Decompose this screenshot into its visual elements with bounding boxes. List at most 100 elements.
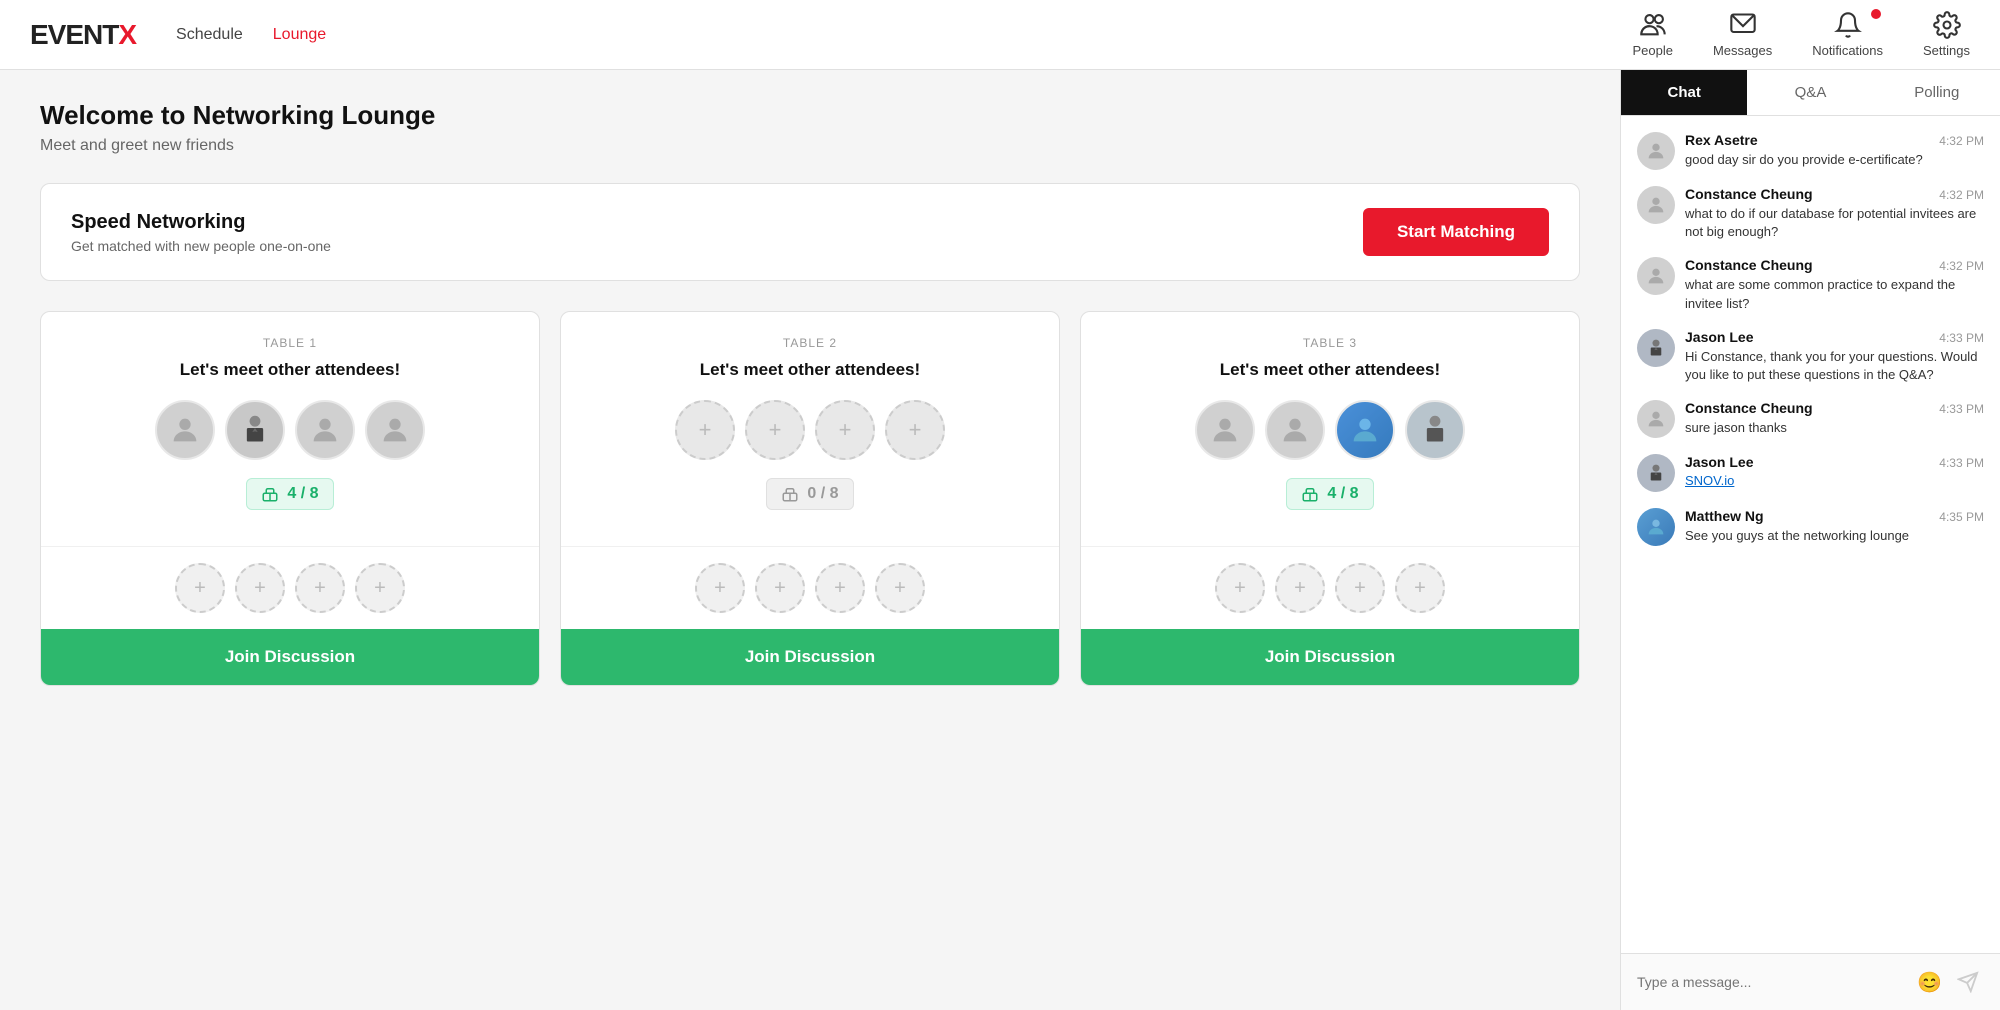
nav-messages[interactable]: Messages [1713,11,1772,58]
constance-message-header-1: Constance Cheung 4:32 PM [1685,186,1984,202]
constance-message-header-3: Constance Cheung 4:33 PM [1685,400,1984,416]
constance-message-body-3: Constance Cheung 4:33 PM sure jason than… [1685,400,1984,438]
people-label: People [1632,43,1672,58]
chat-message-input[interactable] [1637,974,1907,990]
chat-message-2: Constance Cheung 4:32 PM what to do if o… [1637,186,1984,241]
constance-message-body-1: Constance Cheung 4:32 PM what to do if o… [1685,186,1984,241]
table-card-inner-2: TABLE 2 Let's meet other attendees! + + … [561,312,1059,546]
plus-icon: + [314,577,326,600]
table-3-empty-slot-1: + [1215,563,1265,613]
table-3-bottom-avatars: + + + + [1081,563,1579,613]
table-2-bottom-avatars: + + + + [561,563,1059,613]
table-1-avatar-3 [295,400,355,460]
speed-networking-info: Speed Networking Get matched with new pe… [71,211,331,254]
plus-icon: + [834,577,846,600]
right-sidebar: Chat Q&A Polling Rex Asetre 4:32 PM good… [1620,70,2000,1010]
table-3-count-text: 4 / 8 [1327,485,1358,503]
table-3-join-button[interactable]: Join Discussion [1081,629,1579,685]
nav-links: Schedule Lounge [176,26,326,44]
constance-time-3: 4:33 PM [1939,402,1984,416]
jason-link[interactable]: SNOV.io [1685,473,1984,488]
page-subtitle: Meet and greet new friends [40,137,1580,155]
jason-text-1: Hi Constance, thank you for your questio… [1685,348,1984,384]
chat-tab-polling[interactable]: Polling [1874,70,2000,115]
seat-icon [261,485,279,503]
table-card-2: TABLE 2 Let's meet other attendees! + + … [560,311,1060,686]
constance-message-body-2: Constance Cheung 4:32 PM what are some c… [1685,257,1984,312]
speed-networking-title: Speed Networking [71,211,331,234]
chat-message-7: Matthew Ng 4:35 PM See you guys at the n… [1637,508,1984,546]
person-photo-icon [1645,516,1667,538]
table-3-empty-slot-2: + [1275,563,1325,613]
constance-time-1: 4:32 PM [1939,188,1984,202]
rex-message-header: Rex Asetre 4:32 PM [1685,132,1984,148]
person-icon [378,413,412,447]
table-1-join-button[interactable]: Join Discussion [41,629,539,685]
jason-time-2: 4:33 PM [1939,456,1984,470]
jason-name-2: Jason Lee [1685,454,1753,470]
plus-icon: + [1414,577,1426,600]
jason-message-body-2: Jason Lee 4:33 PM SNOV.io [1685,454,1984,492]
plus-icon: + [909,417,922,443]
person-icon [1645,140,1667,162]
speed-networking-banner: Speed Networking Get matched with new pe… [40,183,1580,281]
send-icon [1957,971,1979,993]
plus-icon: + [1234,577,1246,600]
table-2-empty-slot-1: + [695,563,745,613]
constance-text-1: what to do if our database for potential… [1685,205,1984,241]
constance-name-3: Constance Cheung [1685,400,1813,416]
person-icon [1278,413,1312,447]
table-2-empty-slot-2: + [755,563,805,613]
rex-time: 4:32 PM [1939,134,1984,148]
table-2-join-button[interactable]: Join Discussion [561,629,1059,685]
matthew-message-header: Matthew Ng 4:35 PM [1685,508,1984,524]
chat-tab-chat[interactable]: Chat [1621,70,1747,115]
chat-input-area: 😊 [1621,953,2000,1010]
rex-avatar [1637,132,1675,170]
table-3-avatar-3 [1335,400,1395,460]
table-card-inner-3: TABLE 3 Let's meet other attendees! [1081,312,1579,546]
seat-icon [781,485,799,503]
nav-settings[interactable]: Settings [1923,11,1970,58]
table-3-avatar-1 [1195,400,1255,460]
table-2-count-text: 0 / 8 [807,485,838,503]
logo: EVENTX [30,19,136,51]
settings-label: Settings [1923,43,1970,58]
table-label-2: TABLE 2 [581,336,1039,350]
table-1-empty-slot-2: + [235,563,285,613]
jason-message-header-2: Jason Lee 4:33 PM [1685,454,1984,470]
constance-time-2: 4:32 PM [1939,259,1984,273]
rex-text: good day sir do you provide e-certificat… [1685,151,1984,169]
people-icon [1639,11,1667,39]
send-button[interactable] [1952,966,1984,998]
table-2-empty-1: + [675,400,735,460]
table-2-empty-slot-4: + [875,563,925,613]
table-1-empty-slot-3: + [295,563,345,613]
plus-icon: + [254,577,266,600]
start-matching-button[interactable]: Start Matching [1363,208,1549,256]
constance-text-3: sure jason thanks [1685,419,1984,437]
table-2-empty-3: + [815,400,875,460]
left-content: Welcome to Networking Lounge Meet and gr… [0,70,1620,1010]
chat-message-3: Constance Cheung 4:32 PM what are some c… [1637,257,1984,312]
table-1-bottom-avatars: + + + + [41,563,539,613]
nav-notifications[interactable]: Notifications [1812,11,1883,58]
table-card-inner-1: TABLE 1 Let's meet other attendees! [41,312,539,546]
emoji-button[interactable]: 😊 [1917,970,1942,995]
table-1-avatar-1 [155,400,215,460]
table-2-seat-count: 0 / 8 [766,478,853,510]
person-icon [168,413,202,447]
jason-avatar-1 [1637,329,1675,367]
nav-people[interactable]: People [1632,11,1672,58]
constance-text-2: what are some common practice to expand … [1685,276,1984,312]
nav-schedule[interactable]: Schedule [176,26,243,44]
nav-lounge[interactable]: Lounge [273,26,326,44]
table-label-3: TABLE 3 [1101,336,1559,350]
plus-icon: + [194,577,206,600]
person-icon [1645,265,1667,287]
jason-time-1: 4:33 PM [1939,331,1984,345]
matthew-name: Matthew Ng [1685,508,1764,524]
table-3-avatars [1101,400,1559,460]
chat-message-5: Constance Cheung 4:33 PM sure jason than… [1637,400,1984,438]
chat-tab-qa[interactable]: Q&A [1747,70,1873,115]
